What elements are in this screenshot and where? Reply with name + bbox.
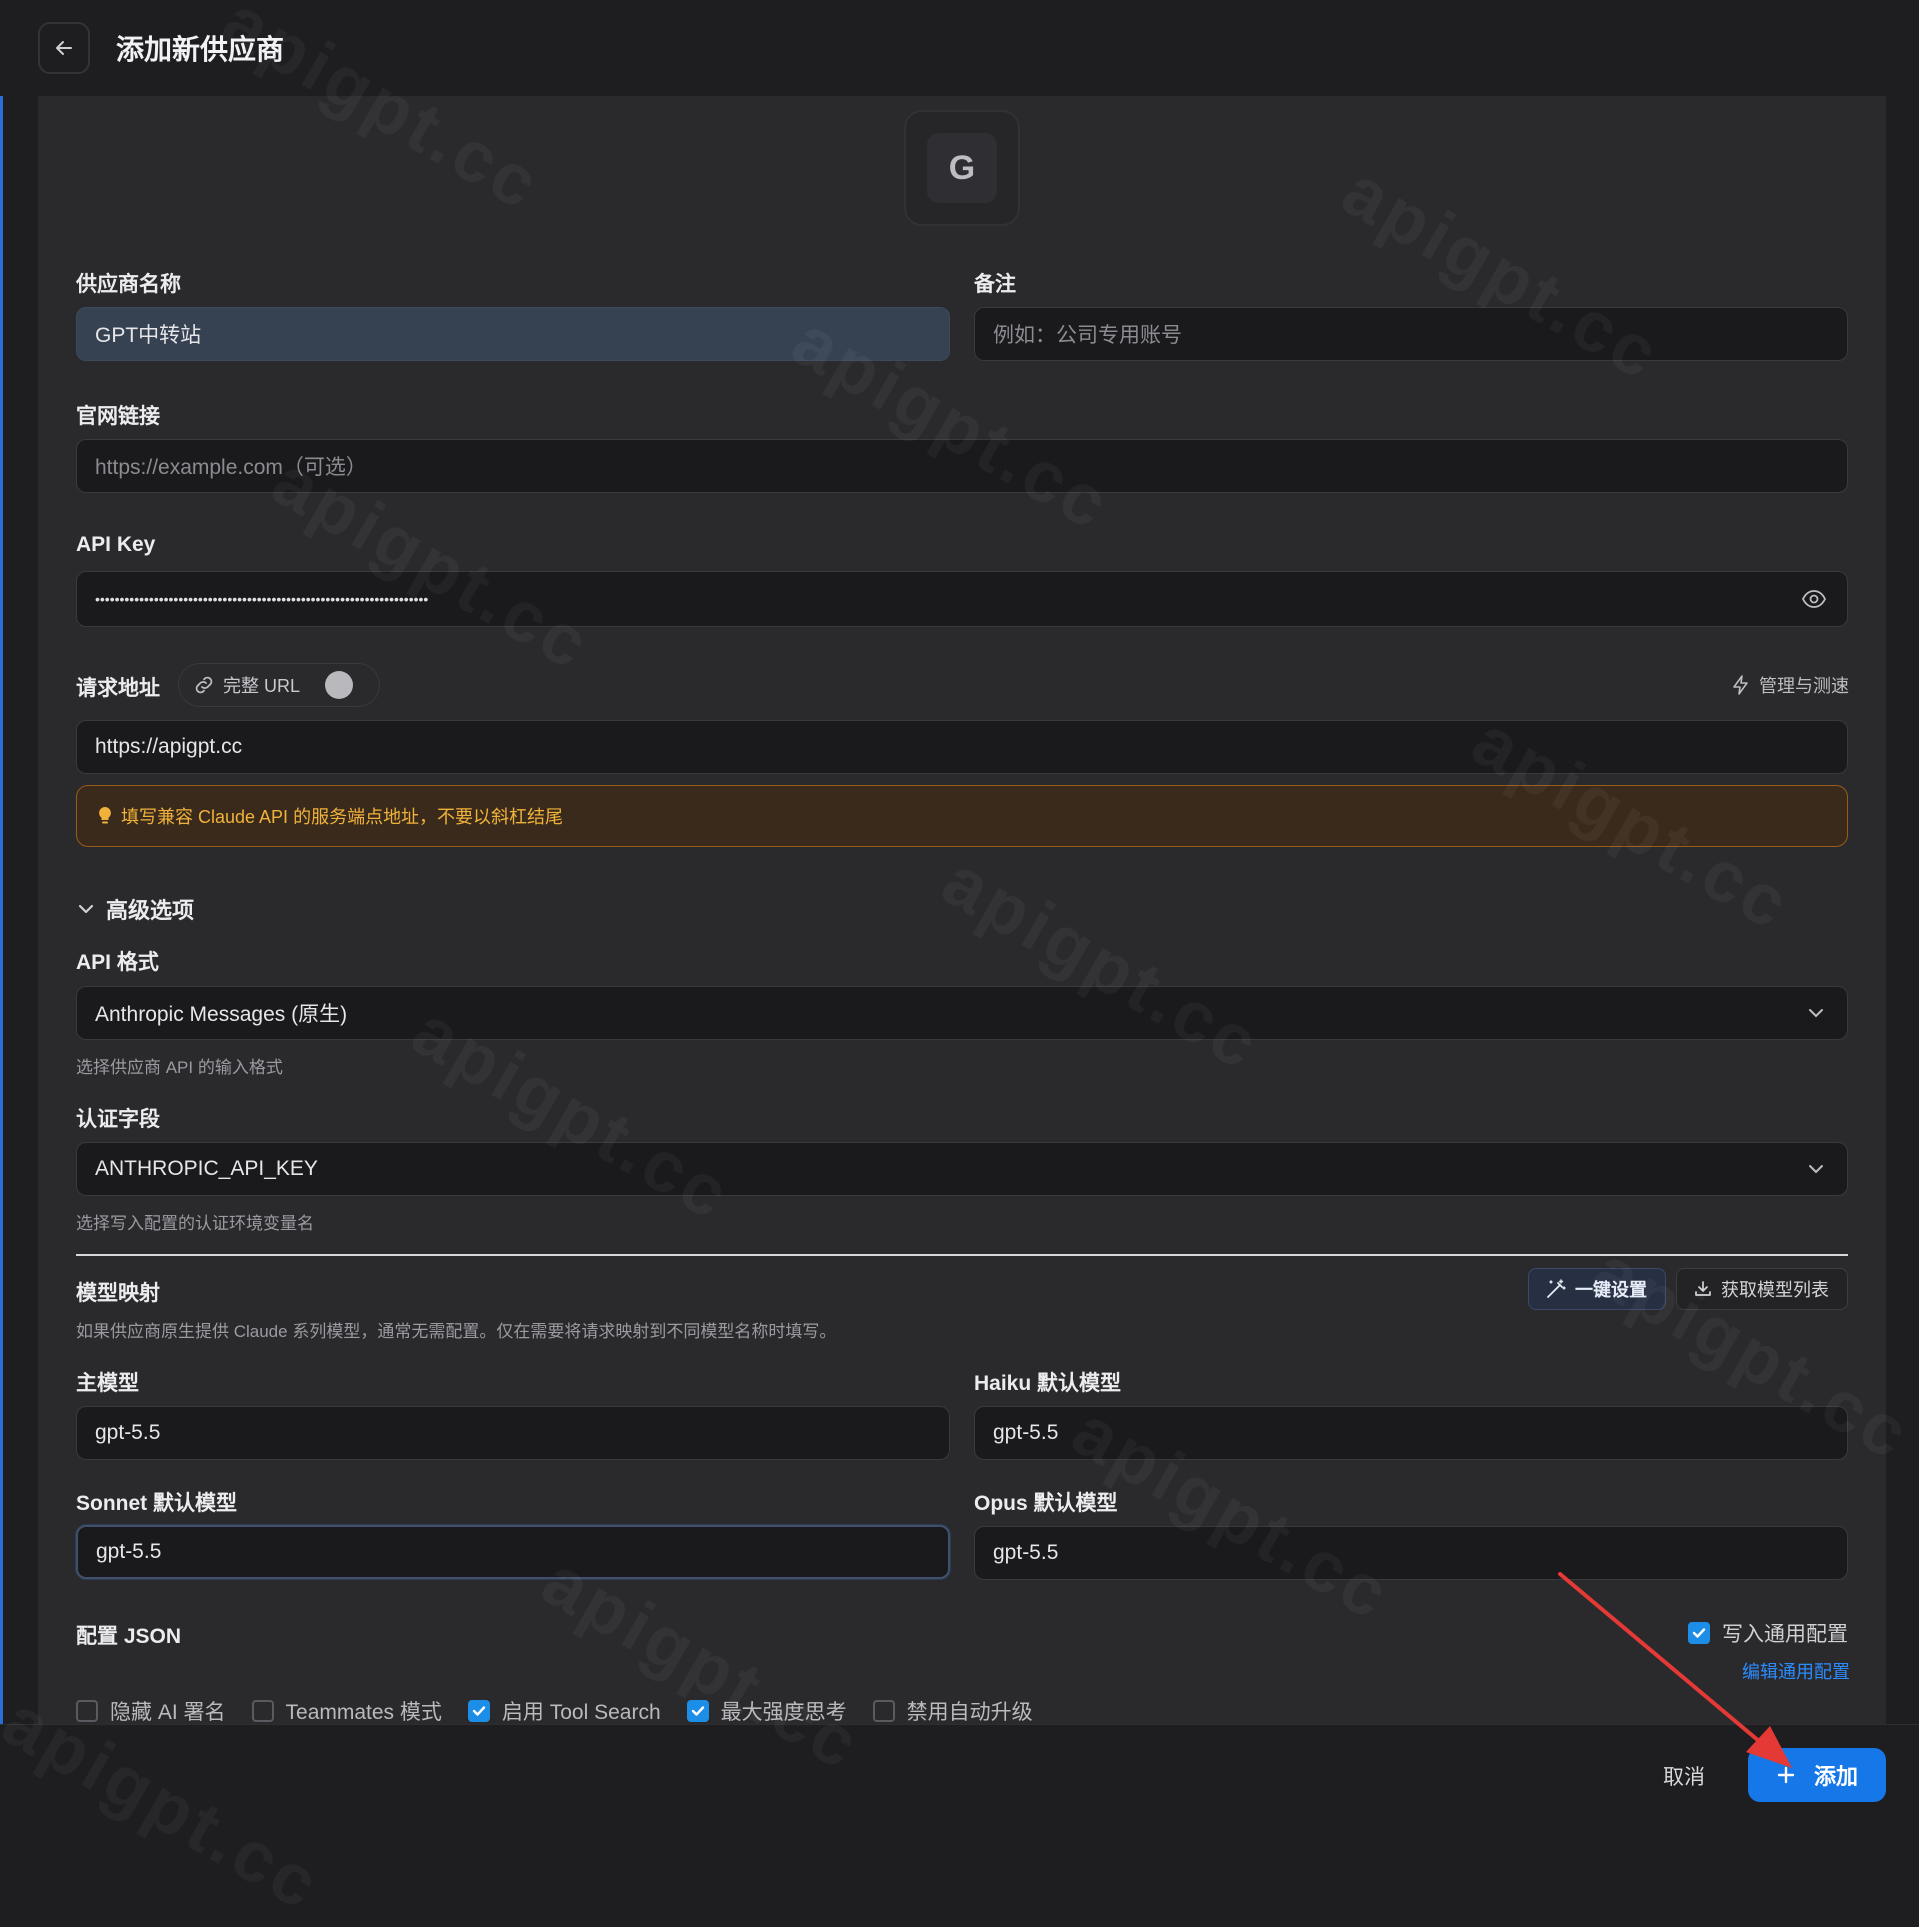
provider-name-label: 供应商名称 bbox=[76, 273, 181, 296]
window-left-edge bbox=[0, 0, 3, 1824]
api-key-input[interactable]: ••••••••••••••••••••••••••••••••••••••••… bbox=[76, 571, 1848, 627]
add-button-label: 添加 bbox=[1813, 1764, 1858, 1789]
model-mapping-title: 模型映射 bbox=[76, 1282, 160, 1305]
section-divider bbox=[76, 1254, 1848, 1256]
main-model-label: 主模型 bbox=[76, 1372, 139, 1395]
provider-logo[interactable]: G bbox=[904, 110, 1020, 226]
main-model-input[interactable]: gpt-5.5 bbox=[76, 1406, 950, 1460]
request-url-input[interactable]: https://apigpt.cc bbox=[76, 720, 1848, 774]
write-common-config-checkbox[interactable]: 写入通用配置 bbox=[1688, 1618, 1848, 1648]
fetch-model-list-button[interactable]: 获取模型列表 bbox=[1676, 1268, 1848, 1310]
api-key-label: API Key bbox=[76, 533, 156, 556]
chevron-down-icon bbox=[1805, 1158, 1827, 1186]
option-label: Teammates 模式 bbox=[285, 1701, 442, 1724]
opus-model-label: Opus 默认模型 bbox=[974, 1492, 1118, 1515]
provider-name-input[interactable]: GPT中转站 bbox=[76, 307, 950, 361]
checkbox-checked-icon bbox=[467, 1700, 490, 1722]
auth-field-value: ANTHROPIC_API_KEY bbox=[95, 1157, 318, 1180]
checkbox-checked-icon bbox=[686, 1700, 709, 1722]
request-url-value: https://apigpt.cc bbox=[95, 735, 243, 758]
sonnet-model-input[interactable]: gpt-5.5 bbox=[76, 1525, 950, 1579]
website-input[interactable]: https://example.com（可选） bbox=[76, 439, 1848, 493]
add-button[interactable]: 添加 bbox=[1748, 1748, 1886, 1802]
option-label: 隐藏 AI 署名 bbox=[110, 1701, 226, 1724]
note-input[interactable]: 例如：公司专用账号 bbox=[974, 307, 1848, 361]
api-format-select[interactable]: Anthropic Messages (原生) bbox=[76, 986, 1848, 1040]
chevron-down-icon bbox=[1805, 1002, 1827, 1030]
opus-model-value: gpt-5.5 bbox=[993, 1541, 1059, 1564]
sonnet-model-label: Sonnet 默认模型 bbox=[76, 1492, 237, 1515]
download-icon bbox=[1695, 1281, 1711, 1296]
request-url-warning: 填写兼容 Claude API 的服务端点地址，不要以斜杠结尾 bbox=[76, 785, 1848, 847]
api-format-hint: 选择供应商 API 的输入格式 bbox=[76, 1058, 283, 1077]
full-url-toggle-label: 完整 URL bbox=[223, 676, 301, 696]
haiku-model-value: gpt-5.5 bbox=[993, 1421, 1059, 1444]
sonnet-model-value: gpt-5.5 bbox=[96, 1540, 162, 1563]
checkbox-unchecked-icon bbox=[872, 1700, 895, 1722]
main-model-value: gpt-5.5 bbox=[95, 1421, 161, 1444]
advanced-options-title: 高级选项 bbox=[106, 898, 195, 923]
back-button[interactable] bbox=[38, 22, 90, 74]
option-label: 启用 Tool Search bbox=[501, 1701, 661, 1724]
provider-logo-letter: G bbox=[927, 133, 997, 203]
request-url-label: 请求地址 bbox=[76, 677, 160, 700]
website-placeholder: https://example.com（可选） bbox=[95, 456, 367, 479]
one-click-setup-button[interactable]: 一键设置 bbox=[1528, 1268, 1666, 1310]
options-row: 隐藏 AI 署名 Teammates 模式 启用 Tool Search 最大强… bbox=[76, 1696, 1059, 1726]
header-bar: 添加新供应商 bbox=[0, 0, 1919, 96]
haiku-model-label: Haiku 默认模型 bbox=[974, 1372, 1122, 1395]
api-format-label: API 格式 bbox=[76, 951, 159, 974]
cancel-button[interactable]: 取消 bbox=[1640, 1750, 1728, 1802]
opus-model-input[interactable]: gpt-5.5 bbox=[974, 1526, 1848, 1580]
option-hide-ai-signature[interactable]: 隐藏 AI 署名 bbox=[76, 1696, 226, 1726]
model-mapping-description: 如果供应商原生提供 Claude 系列模型，通常无需配置。仅在需要将请求映射到不… bbox=[76, 1322, 837, 1341]
option-disable-auto-upgrade[interactable]: 禁用自动升级 bbox=[872, 1696, 1033, 1726]
lightbulb-icon bbox=[99, 807, 111, 824]
eye-icon[interactable] bbox=[1801, 586, 1827, 618]
plus-icon bbox=[1777, 1766, 1795, 1784]
option-max-thinking[interactable]: 最大强度思考 bbox=[686, 1696, 847, 1726]
auth-field-hint: 选择写入配置的认证环境变量名 bbox=[76, 1214, 314, 1233]
manage-speedtest-link[interactable]: 管理与测速 bbox=[1731, 672, 1849, 698]
fetch-model-list-label: 获取模型列表 bbox=[1721, 1280, 1829, 1300]
chevron-down-icon bbox=[78, 904, 94, 914]
write-common-config-label: 写入通用配置 bbox=[1722, 1623, 1848, 1646]
full-url-switch[interactable] bbox=[325, 671, 365, 699]
footer-bar bbox=[0, 1724, 1919, 1825]
one-click-setup-label: 一键设置 bbox=[1575, 1280, 1647, 1300]
request-url-warning-text: 填写兼容 Claude API 的服务端点地址，不要以斜杠结尾 bbox=[121, 807, 564, 827]
option-enable-tool-search[interactable]: 启用 Tool Search bbox=[467, 1696, 661, 1726]
api-key-masked-value: ••••••••••••••••••••••••••••••••••••••••… bbox=[95, 591, 429, 607]
option-teammates-mode[interactable]: Teammates 模式 bbox=[251, 1696, 442, 1726]
manage-speedtest-label: 管理与测速 bbox=[1759, 676, 1849, 696]
full-url-toggle[interactable]: 完整 URL bbox=[178, 663, 380, 707]
page-title: 添加新供应商 bbox=[116, 34, 285, 65]
option-label: 禁用自动升级 bbox=[906, 1701, 1033, 1724]
website-label: 官网链接 bbox=[76, 405, 160, 428]
provider-name-value: GPT中转站 bbox=[95, 324, 202, 347]
config-json-title: 配置 JSON bbox=[76, 1625, 182, 1648]
edit-common-config-link[interactable]: 编辑通用配置 bbox=[1742, 1658, 1850, 1684]
checkbox-unchecked-icon bbox=[251, 1700, 274, 1722]
option-label: 最大强度思考 bbox=[720, 1701, 847, 1724]
lightning-icon bbox=[1733, 675, 1748, 695]
arrow-left-icon bbox=[56, 41, 72, 55]
advanced-options-toggle[interactable]: 高级选项 bbox=[76, 893, 194, 925]
auth-field-label: 认证字段 bbox=[76, 1108, 160, 1131]
magic-wand-icon bbox=[1547, 1279, 1566, 1298]
haiku-model-input[interactable]: gpt-5.5 bbox=[974, 1406, 1848, 1460]
full-url-switch-knob bbox=[325, 671, 353, 699]
note-label: 备注 bbox=[974, 273, 1016, 296]
api-format-value: Anthropic Messages (原生) bbox=[95, 1003, 348, 1026]
note-placeholder: 例如：公司专用账号 bbox=[993, 324, 1182, 347]
checkbox-checked-icon bbox=[1688, 1622, 1710, 1644]
link-icon bbox=[195, 676, 213, 694]
checkbox-unchecked-icon bbox=[76, 1700, 98, 1722]
auth-field-select[interactable]: ANTHROPIC_API_KEY bbox=[76, 1142, 1848, 1196]
